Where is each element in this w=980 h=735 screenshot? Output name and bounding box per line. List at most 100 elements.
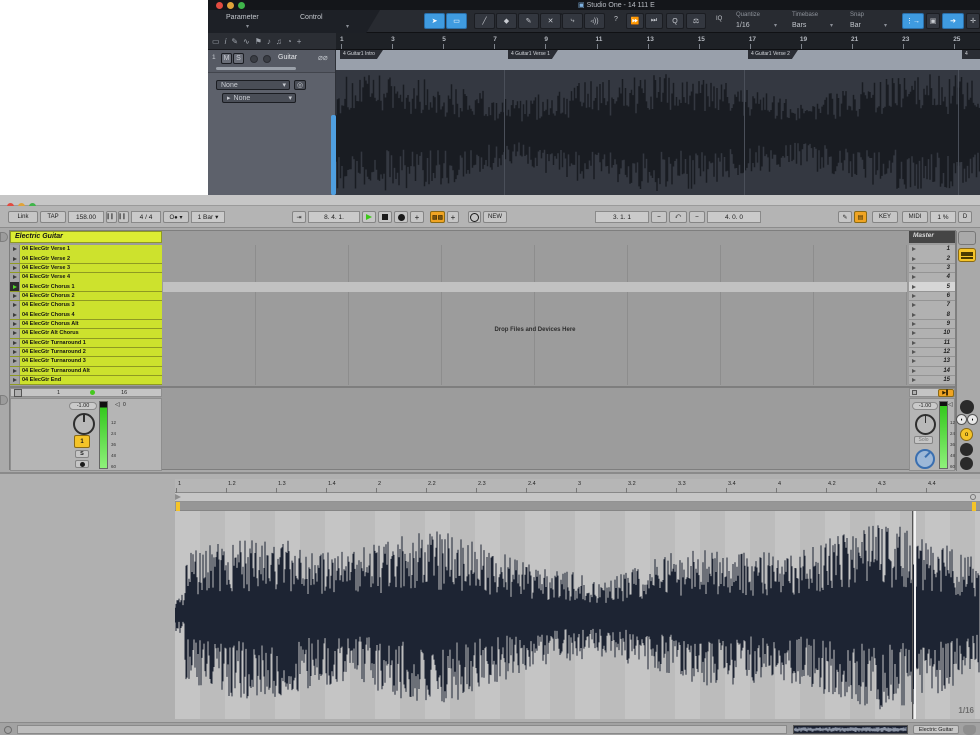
quantize-caret-icon[interactable]: ▾ bbox=[774, 22, 777, 29]
paint-tool-button[interactable]: ✎ bbox=[518, 13, 539, 29]
scene-slot[interactable]: 13 bbox=[909, 357, 955, 367]
back-to-arrangement-button[interactable]: ▶▌ bbox=[938, 389, 954, 397]
scene-slot[interactable]: 11 bbox=[909, 339, 955, 349]
time-signature-field[interactable]: 4 / 4 bbox=[131, 211, 161, 223]
clip-slot[interactable]: 04 ElecGtr Chorus 4 bbox=[10, 310, 162, 320]
clip-launch-button[interactable] bbox=[10, 310, 20, 319]
arrangement-area[interactable]: 4 Guitar1 Intro 4 Guitar1 Verse 1 4 Guitar… bbox=[336, 50, 980, 195]
stop-button[interactable] bbox=[378, 211, 392, 223]
tap-tempo-button[interactable]: TAP bbox=[40, 211, 66, 223]
parameter-menu[interactable]: Parameter bbox=[226, 14, 259, 21]
nudge-down-button[interactable]: ▎▎ bbox=[106, 211, 117, 223]
quantize-icon[interactable]: ♫ bbox=[276, 37, 282, 46]
monitor-button[interactable] bbox=[263, 55, 271, 63]
fold-handle[interactable] bbox=[0, 232, 8, 242]
tool-icon[interactable]: ✎ bbox=[231, 37, 238, 46]
stop-all-clips-icon[interactable] bbox=[912, 390, 917, 395]
autoscroll-button[interactable]: ➔ bbox=[942, 13, 964, 29]
crosshair-button[interactable]: ✛ bbox=[966, 13, 980, 29]
parameter-caret-icon[interactable]: ▾ bbox=[246, 23, 249, 30]
selected-track-button[interactable]: Electric Guitar bbox=[913, 725, 959, 734]
clip-launch-button[interactable] bbox=[10, 273, 20, 282]
nudge-up-button[interactable]: ▎▎ bbox=[118, 211, 129, 223]
record-mode-icon[interactable]: ◔ bbox=[287, 37, 292, 46]
follow-button[interactable]: ⇥ bbox=[292, 211, 306, 223]
scene-slot[interactable]: 5 bbox=[909, 282, 955, 292]
scene-slot[interactable]: 15 bbox=[909, 376, 955, 386]
cue-button[interactable]: o bbox=[960, 428, 973, 441]
snap-caret-icon[interactable]: ▾ bbox=[884, 22, 887, 29]
midi-map-button[interactable]: MIDI bbox=[902, 211, 928, 223]
loop-start-field[interactable]: 3. 1. 1 bbox=[595, 211, 649, 223]
track-arm-button[interactable] bbox=[75, 460, 89, 468]
marker-icon[interactable]: ⚑ bbox=[255, 37, 262, 46]
arrow-tool-button[interactable]: ➤ bbox=[424, 13, 445, 29]
clip-slot[interactable]: 04 ElecGtr Turnaround 2 bbox=[10, 348, 162, 358]
clip-label[interactable]: 4 Guitar1 Verse 3 bbox=[962, 50, 980, 59]
clip-launch-button[interactable] bbox=[10, 282, 20, 291]
clip-launch-button[interactable] bbox=[10, 301, 20, 310]
clip-slot[interactable]: 04 ElecGtr Chorus Alt bbox=[10, 320, 162, 330]
bend-tool-button[interactable]: ⤷ bbox=[562, 13, 583, 29]
track-solo-button[interactable]: S bbox=[75, 450, 89, 458]
clip-label[interactable]: 4 Guitar1 Verse 1 bbox=[508, 50, 558, 59]
clip-slot[interactable]: 04 ElecGtr Verse 1 bbox=[10, 245, 162, 255]
scene-slot[interactable]: 6 bbox=[909, 292, 955, 302]
scene-slot[interactable]: 10 bbox=[909, 329, 955, 339]
timebase-value[interactable]: Bars bbox=[792, 22, 806, 29]
session-record-button[interactable] bbox=[468, 211, 481, 223]
clip-launch-button[interactable] bbox=[10, 245, 20, 254]
clip-slot[interactable]: 04 ElecGtr Verse 4 bbox=[10, 273, 162, 283]
macro-icon[interactable]: ⚖ bbox=[686, 13, 706, 29]
split-tool-button[interactable]: ╱ bbox=[474, 13, 495, 29]
clip-slot[interactable]: 04 ElecGtr Turnaround 3 bbox=[10, 357, 162, 367]
clip-slot[interactable]: 04 ElecGtr Verse 2 bbox=[10, 254, 162, 264]
zoom-icon[interactable]: Q bbox=[666, 13, 684, 29]
quantization-menu[interactable]: 1 Bar▾ bbox=[191, 211, 225, 223]
scene-slot[interactable]: 12 bbox=[909, 348, 955, 358]
computer-midi-keyboard-button[interactable]: ▤ bbox=[854, 211, 867, 223]
clip-slot[interactable]: 04 ElecGtr Alt Chorus bbox=[10, 329, 162, 339]
session-view-selector-icon[interactable] bbox=[958, 231, 976, 245]
listen-tool-button[interactable]: ◃)) bbox=[584, 13, 605, 29]
master-volume-field[interactable]: -1.00 bbox=[912, 402, 938, 410]
control-menu[interactable]: Control bbox=[300, 14, 323, 21]
snap-value[interactable]: Bar bbox=[850, 22, 861, 29]
solo-button[interactable]: S bbox=[233, 53, 244, 64]
mute-tool-button[interactable]: ✕ bbox=[540, 13, 561, 29]
start-flag[interactable] bbox=[176, 502, 180, 511]
clip-launch-button[interactable] bbox=[10, 329, 20, 338]
key-map-button[interactable]: KEY bbox=[872, 211, 898, 223]
session-grid[interactable]: Drop Files and Devices Here bbox=[163, 245, 907, 385]
clip-slot[interactable]: 04 ElecGtr Chorus 1 bbox=[10, 282, 162, 292]
clip-launch-button[interactable] bbox=[10, 254, 20, 263]
quantize-value[interactable]: 1/16 bbox=[736, 22, 750, 29]
help-icon[interactable]: ? bbox=[614, 16, 618, 23]
note-icon[interactable]: ♪ bbox=[267, 37, 271, 46]
preview-button[interactable] bbox=[960, 457, 973, 470]
clip-slot[interactable]: 04 ElecGtr Turnaround Alt bbox=[10, 367, 162, 377]
clip-launch-button[interactable] bbox=[10, 339, 20, 348]
monitor-cue-button[interactable] bbox=[960, 443, 973, 456]
clip-label[interactable]: 4 Guitar1 Intro bbox=[340, 50, 383, 59]
master-solo-button[interactable]: Solo bbox=[914, 436, 933, 444]
clip-slot[interactable]: 04 ElecGtr Chorus 3 bbox=[10, 301, 162, 311]
input-quantize-icon[interactable]: IQ bbox=[716, 16, 722, 22]
loop-button[interactable]: ⤺ bbox=[669, 211, 687, 223]
crossfade-assign-a[interactable]: ◖ bbox=[956, 414, 967, 425]
scene-slot[interactable]: 9 bbox=[909, 320, 955, 330]
snap-relative-button[interactable]: ▣ bbox=[926, 13, 940, 29]
clip-launch-button[interactable] bbox=[10, 264, 20, 273]
eraser-tool-button[interactable]: ◆ bbox=[496, 13, 517, 29]
clip-launch-button[interactable] bbox=[10, 320, 20, 329]
metronome-button[interactable]: O● ▾ bbox=[163, 211, 189, 223]
automation-icon[interactable]: ∿ bbox=[243, 37, 250, 46]
control-caret-icon[interactable]: ▾ bbox=[346, 23, 349, 30]
locate-next-icon[interactable]: ⏭ bbox=[645, 13, 663, 29]
scrub-row[interactable] bbox=[175, 502, 980, 511]
punch-in-button[interactable]: ⌣ bbox=[651, 211, 667, 223]
record-arm-button[interactable] bbox=[250, 55, 258, 63]
clip-label[interactable]: 4 Guitar1 Verse 2 bbox=[748, 50, 798, 59]
track-title-header[interactable]: Electric Guitar bbox=[10, 231, 162, 243]
track-volume-field[interactable]: -1.00 bbox=[69, 402, 97, 410]
